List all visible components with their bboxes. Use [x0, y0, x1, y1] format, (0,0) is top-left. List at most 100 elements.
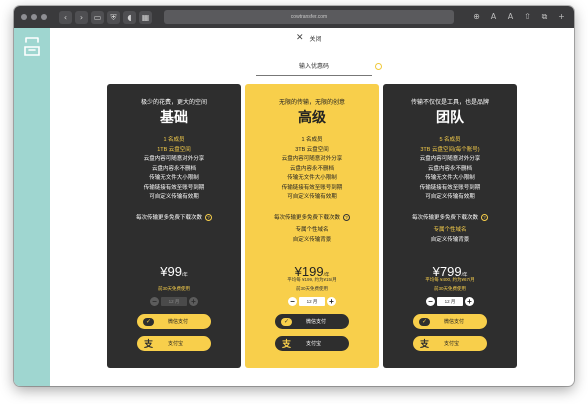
close-window-button[interactable]	[21, 14, 27, 20]
price-average: 平均每 ¥199, 约为¥15/月	[287, 277, 337, 282]
wechat-pay-button[interactable]: ✓ 微信支付	[413, 314, 487, 329]
plan-feature: 1TB 云盘空间	[157, 146, 191, 153]
plan-tagline: 传输不仅仅是工具，也是品牌	[410, 100, 489, 106]
plan-feature: 5 名成员	[439, 137, 461, 143]
extension-icon[interactable]: ◖	[123, 10, 136, 24]
coupon-status-icon	[375, 63, 382, 70]
minimize-window-button[interactable]	[31, 14, 37, 20]
help-icon[interactable]: ?	[205, 213, 212, 221]
wechat-icon: ✓	[143, 317, 154, 326]
plan-tagline: 极少的花费，更大的空间	[140, 100, 207, 106]
alipay-label: 支付宝	[306, 341, 322, 347]
help-icon[interactable]: ?	[343, 213, 350, 221]
alipay-button[interactable]: 支 支付宝	[137, 336, 211, 351]
close-label: 关闭	[309, 36, 322, 43]
wechat-pay-label: 微信支付	[168, 319, 189, 325]
plan-basic-card: 极少的花费，更大的空间基础 1 名成员 1TB 云盘空间云盘内容可随意对外分享 云盘内…	[107, 84, 241, 368]
plan-extra-feature: 专属个性域名	[433, 227, 467, 233]
price-average: 平均每 ¥400, 约为¥67/月	[425, 277, 475, 282]
alipay-label: 支付宝	[168, 341, 184, 347]
text-larger-icon[interactable]: A	[504, 10, 517, 23]
download-count-note: 每次传输更多免费下载次数?	[383, 213, 517, 221]
plan-feature: 传输无文件大小限制	[287, 175, 337, 181]
plan-feature: 3TB 云盘空间	[295, 146, 329, 153]
close-dialog-button[interactable]: ✕ 关闭	[296, 33, 322, 43]
logo-icon[interactable]	[23, 36, 41, 58]
back-icon[interactable]: ‹	[59, 10, 72, 24]
increment-button[interactable]: +	[465, 297, 474, 306]
plan-price: ¥99/年	[107, 264, 241, 279]
plan-tagline: 无限的传输，无限的创意	[278, 100, 345, 106]
plan-feature: 传输链接有效至账号到期	[143, 184, 205, 191]
plan-name: 团队	[436, 109, 464, 125]
decrement-button[interactable]: −	[150, 297, 159, 306]
alipay-button[interactable]: 支 支付宝	[275, 336, 349, 351]
plan-extra-feature: 专属个性域名	[295, 227, 329, 233]
browser-toolbar: ‹ › ▭ ⛨ ◖ ▦ cowtransfer.com ⊕ A A ⇧ ⧉ +	[14, 6, 574, 28]
plan-extra-feature: 自定义传输背景	[292, 237, 332, 243]
price-amount: ¥99	[160, 264, 182, 279]
wechat-icon: ✓	[281, 317, 292, 326]
share-icon[interactable]: ⇧	[521, 10, 534, 23]
plan-feature: 云盘内容可随意对外分享	[419, 156, 481, 162]
tab-overview-icon[interactable]: ▦	[139, 10, 152, 24]
wechat-icon: ✓	[419, 317, 430, 326]
alipay-icon: 支	[419, 338, 429, 349]
plan-feature: 传输链接有效至账号到期	[281, 184, 343, 191]
toolbar-right: ⊕ A A ⇧ ⧉ +	[470, 10, 568, 23]
sidebar-icon[interactable]: ▭	[91, 10, 104, 24]
trial-note: 前30天免费使用	[433, 286, 466, 291]
plan-feature: 可自定义传输有效期	[287, 194, 337, 200]
months-value[interactable]: 12 月	[299, 297, 325, 306]
decrement-button[interactable]: −	[288, 297, 297, 306]
download-count-label: 每次传输更多免费下载次数	[411, 215, 478, 221]
forward-icon[interactable]: ›	[75, 10, 88, 24]
close-icon: ✕	[296, 33, 304, 43]
plan-feature: 云盘内容可随意对外分享	[143, 156, 205, 162]
wechat-pay-button[interactable]: ✓ 微信支付	[137, 314, 211, 329]
plan-premium-card: 无限的传输，无限的创意高级 1 名成员 3TB 云盘空间云盘内容可随意对外分享 云盘内…	[245, 84, 379, 368]
trial-note: 前30天免费使用	[295, 286, 328, 291]
plan-feature: 传输无文件大小限制	[425, 175, 475, 181]
globe-icon[interactable]: ⊕	[470, 10, 483, 23]
plan-feature: 云盘内容可随意对外分享	[281, 156, 343, 162]
browser-window: ‹ › ▭ ⛨ ◖ ▦ cowtransfer.com ⊕ A A ⇧ ⧉ + …	[14, 6, 574, 386]
shield-icon[interactable]: ⛨	[107, 10, 120, 24]
increment-button[interactable]: +	[327, 297, 336, 306]
trial-note: 前30天免费使用	[157, 286, 190, 291]
plan-feature: 云盘内容永不删档	[151, 165, 196, 172]
months-value[interactable]: 12 月	[161, 297, 187, 306]
plan-feature: 1 名成员	[163, 137, 185, 143]
plan-name: 高级	[298, 109, 326, 125]
months-value[interactable]: 12 月	[437, 297, 463, 306]
months-stepper: − 12 月 +	[288, 296, 336, 307]
plan-feature: 可自定义传输有效期	[425, 194, 475, 200]
zoom-window-button[interactable]	[41, 14, 47, 20]
plan-feature: 传输链接有效至账号到期	[419, 184, 481, 191]
plan-team-card: 传输不仅仅是工具，也是品牌团队 5 名成员 3TB 云盘空间(每个账号) 云盘内容可随…	[383, 84, 517, 368]
wechat-pay-button[interactable]: ✓ 微信支付	[275, 314, 349, 329]
address-bar[interactable]: cowtransfer.com	[164, 10, 454, 24]
alipay-label: 支付宝	[444, 341, 460, 347]
plan-feature: 云盘内容永不删档	[289, 165, 334, 172]
plan-feature: 3TB 云盘空间(每个账号)	[420, 146, 480, 153]
increment-button[interactable]: +	[189, 297, 198, 306]
coupon-input[interactable]: 输入优惠码	[256, 60, 372, 76]
help-icon[interactable]: ?	[481, 213, 488, 221]
months-stepper: − 12 月 +	[150, 296, 198, 307]
new-tab-icon[interactable]: +	[555, 10, 568, 23]
alipay-button[interactable]: 支 支付宝	[413, 336, 487, 351]
decrement-button[interactable]: −	[426, 297, 435, 306]
download-count-note: 每次传输更多免费下载次数?	[245, 213, 379, 221]
plan-feature: 传输无文件大小限制	[149, 175, 199, 181]
tabs-icon[interactable]: ⧉	[538, 10, 551, 23]
download-count-note: 每次传输更多免费下载次数?	[107, 213, 241, 221]
download-count-label: 每次传输更多免费下载次数	[273, 215, 340, 221]
plan-feature: 云盘内容永不删档	[427, 165, 472, 172]
wechat-pay-label: 微信支付	[444, 319, 465, 325]
plan-feature: 1 名成员	[301, 137, 323, 143]
text-smaller-icon[interactable]: A	[487, 10, 500, 23]
plan-name: 基础	[160, 109, 188, 125]
plan-extra-feature: 自定义传输背景	[430, 237, 470, 243]
alipay-icon: 支	[143, 338, 153, 349]
